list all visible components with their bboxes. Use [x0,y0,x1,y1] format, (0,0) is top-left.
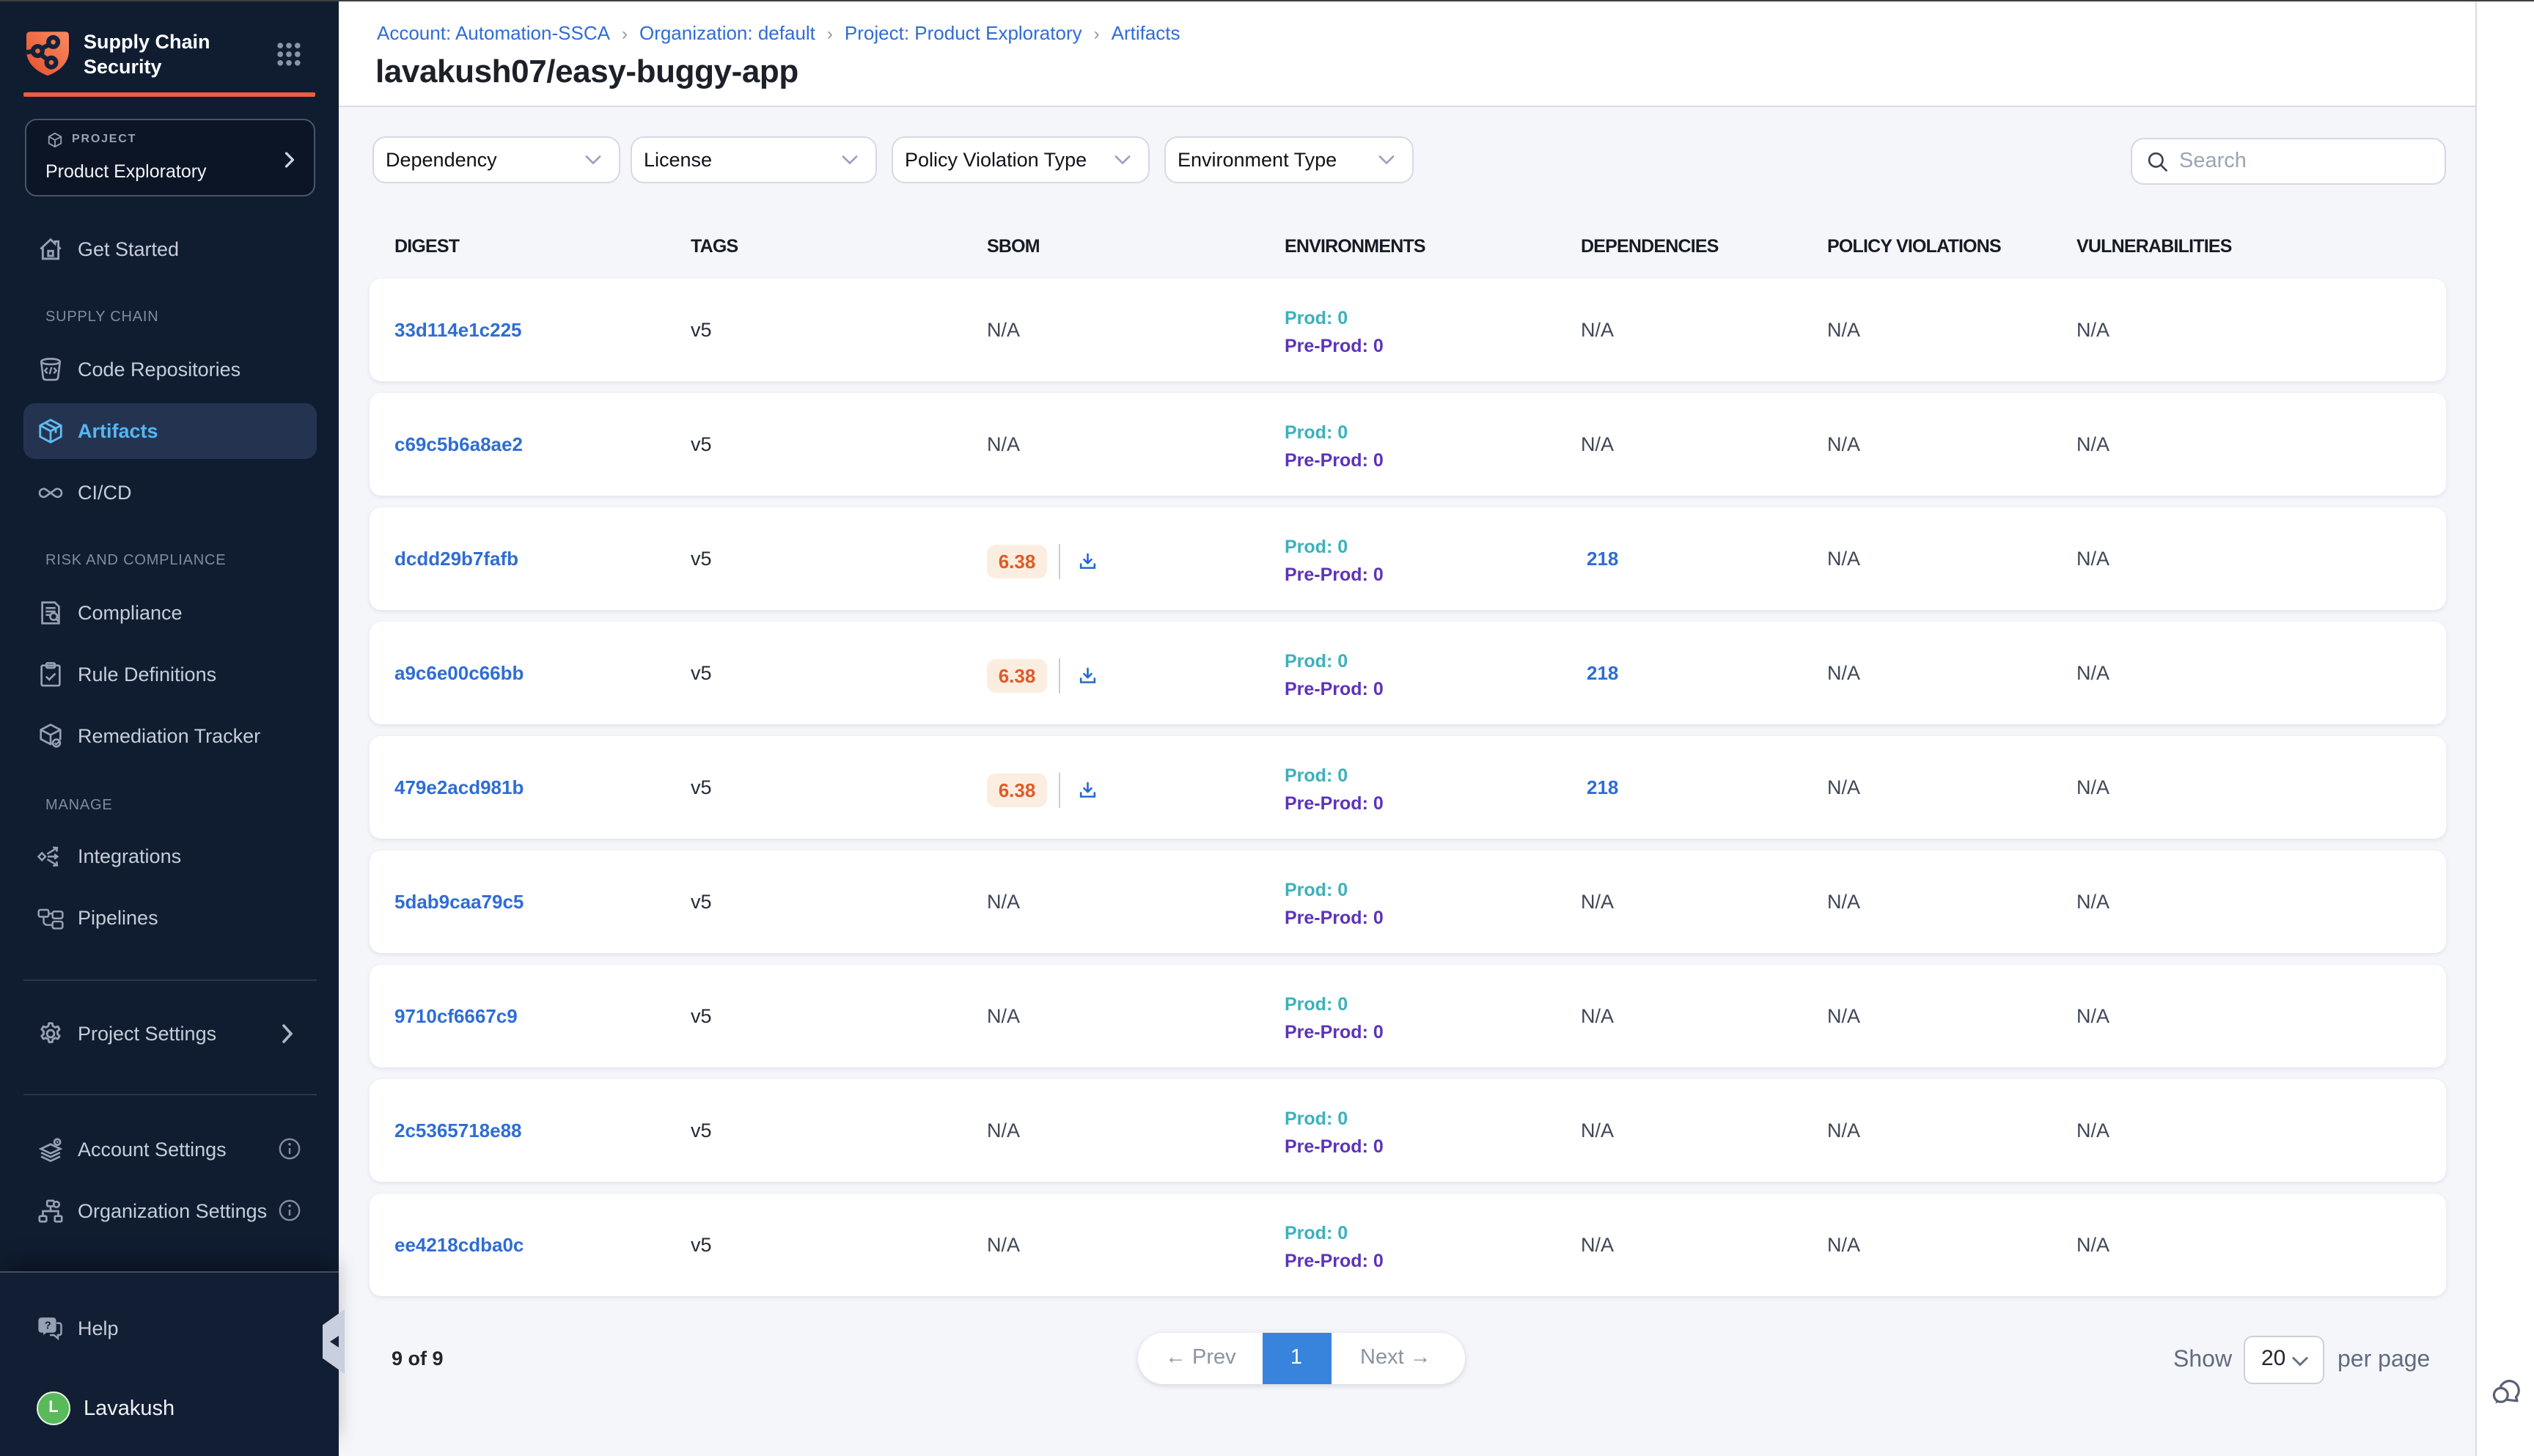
svg-text:?: ? [45,1320,51,1332]
